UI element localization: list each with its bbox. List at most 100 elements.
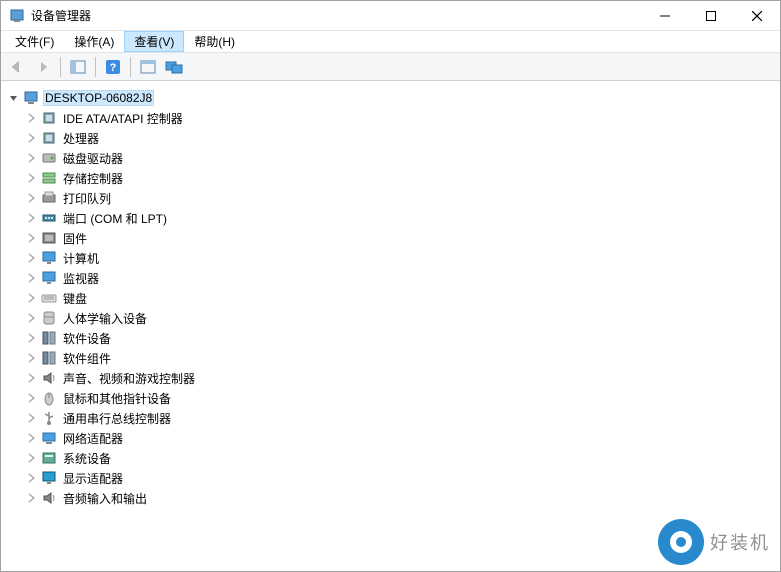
forward-button[interactable] [31,56,55,78]
node-label: 网络适配器 [61,430,125,447]
expand-icon[interactable] [25,291,39,305]
expand-icon[interactable] [25,451,39,465]
tree-node-software-devices[interactable]: 软件设备 [25,328,780,348]
expand-icon[interactable] [25,131,39,145]
tree-node-display[interactable]: 显示适配器 [25,468,780,488]
node-label: 音频输入和输出 [61,490,149,507]
show-hide-tree-button[interactable] [66,56,90,78]
expand-icon[interactable] [25,311,39,325]
keyboard-icon [41,290,57,306]
node-label: 键盘 [61,290,89,307]
tree-node-sound[interactable]: 声音、视频和游戏控制器 [25,368,780,388]
expand-icon[interactable] [25,491,39,505]
expand-icon[interactable] [25,111,39,125]
menu-bar: 文件(F) 操作(A) 查看(V) 帮助(H) [1,31,780,53]
expand-icon[interactable] [25,271,39,285]
node-label: IDE ATA/ATAPI 控制器 [61,110,185,127]
tree-node-cpu[interactable]: 处理器 [25,128,780,148]
node-label: 存储控制器 [61,170,125,187]
tree-node-network[interactable]: 网络适配器 [25,428,780,448]
printer-icon [41,190,57,206]
monitor-icon [41,250,57,266]
minimize-button[interactable] [642,1,688,30]
storage-icon [41,170,57,186]
tree-node-usb[interactable]: 通用串行总线控制器 [25,408,780,428]
monitor-icon [41,270,57,286]
network-icon [41,430,57,446]
tree-node-print[interactable]: 打印队列 [25,188,780,208]
window-title: 设备管理器 [31,7,91,24]
node-label: 磁盘驱动器 [61,150,125,167]
software-icon [41,350,57,366]
computer-icon [23,90,39,106]
display-icon [41,470,57,486]
collapse-icon[interactable] [7,91,21,105]
expand-icon[interactable] [25,391,39,405]
expand-icon[interactable] [25,351,39,365]
chip-icon [41,130,57,146]
node-label: 处理器 [61,130,101,147]
expand-icon[interactable] [25,211,39,225]
speaker-icon [41,370,57,386]
chip-icon [41,110,57,126]
menu-view[interactable]: 查看(V) [124,31,184,52]
expand-icon[interactable] [25,431,39,445]
expand-icon[interactable] [25,471,39,485]
node-label: 监视器 [61,270,101,287]
node-label: 计算机 [61,250,101,267]
node-label: 打印队列 [61,190,113,207]
close-button[interactable] [734,1,780,30]
usb-icon [41,410,57,426]
tree-node-ports[interactable]: 端口 (COM 和 LPT) [25,208,780,228]
tree-node-software-components[interactable]: 软件组件 [25,348,780,368]
firmware-icon [41,230,57,246]
node-label: 端口 (COM 和 LPT) [61,210,169,227]
tree-node-audio-io[interactable]: 音频输入和输出 [25,488,780,508]
toolbar: ? [1,53,780,81]
mouse-icon [41,390,57,406]
expand-icon[interactable] [25,171,39,185]
expand-icon[interactable] [25,251,39,265]
node-label: 鼠标和其他指针设备 [61,390,173,407]
app-icon [9,8,25,24]
expand-icon[interactable] [25,371,39,385]
tree-node-monitor[interactable]: 监视器 [25,268,780,288]
toolbar-separator [130,57,131,77]
tree-node-storage[interactable]: 存储控制器 [25,168,780,188]
node-label: 显示适配器 [61,470,125,487]
toolbar-separator [95,57,96,77]
system-icon [41,450,57,466]
device-tree[interactable]: DESKTOP-06082J8 IDE ATA/ATAPI 控制器处理器磁盘驱动… [1,83,780,571]
node-label: 通用串行总线控制器 [61,410,173,427]
tree-node-hid[interactable]: 人体学输入设备 [25,308,780,328]
node-label: 软件组件 [61,350,113,367]
toolbar-separator [60,57,61,77]
scan-hardware-button[interactable] [162,56,186,78]
menu-action[interactable]: 操作(A) [64,31,124,52]
expand-icon[interactable] [25,231,39,245]
hid-icon [41,310,57,326]
node-label: 固件 [61,230,89,247]
help-button[interactable]: ? [101,56,125,78]
maximize-button[interactable] [688,1,734,30]
tree-node-keyboard[interactable]: 键盘 [25,288,780,308]
node-label: 人体学输入设备 [61,310,149,327]
tree-node-mouse[interactable]: 鼠标和其他指针设备 [25,388,780,408]
tree-node-ide[interactable]: IDE ATA/ATAPI 控制器 [25,108,780,128]
tree-node-disk[interactable]: 磁盘驱动器 [25,148,780,168]
menu-help[interactable]: 帮助(H) [184,31,245,52]
menu-file[interactable]: 文件(F) [5,31,64,52]
properties-button[interactable] [136,56,160,78]
back-button[interactable] [5,56,29,78]
tree-node-computer[interactable]: 计算机 [25,248,780,268]
port-icon [41,210,57,226]
tree-root-node[interactable]: DESKTOP-06082J8 [7,88,780,108]
expand-icon[interactable] [25,151,39,165]
window-controls [642,1,780,30]
tree-node-system[interactable]: 系统设备 [25,448,780,468]
expand-icon[interactable] [25,191,39,205]
tree-node-firmware[interactable]: 固件 [25,228,780,248]
expand-icon[interactable] [25,411,39,425]
node-label: 声音、视频和游戏控制器 [61,370,197,387]
expand-icon[interactable] [25,331,39,345]
